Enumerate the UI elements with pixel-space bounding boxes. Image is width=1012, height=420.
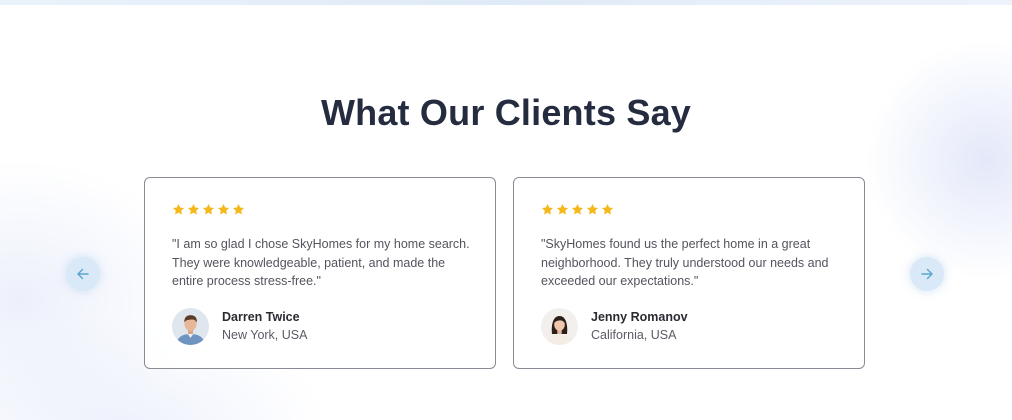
star-icon	[172, 203, 185, 215]
section-title: What Our Clients Say	[320, 92, 692, 133]
testimonial-card: "SkyHomes found us the perfect home in a…	[513, 177, 865, 369]
star-icon	[202, 203, 215, 215]
star-icon	[187, 203, 200, 215]
testimonials-section: What Our Clients Say "I am so glad I cho…	[0, 0, 1012, 420]
arrow-left-icon	[77, 268, 89, 280]
client-name: Jenny Romanov	[591, 309, 688, 324]
star-icon	[586, 203, 599, 215]
star-icon	[232, 203, 245, 215]
star-rating	[172, 203, 245, 216]
star-icon	[541, 203, 554, 215]
star-icon	[556, 203, 569, 215]
client-info: Darren Twice New York, USA	[172, 307, 307, 345]
star-rating	[541, 203, 614, 216]
avatar-woman-icon	[541, 307, 578, 345]
client-location: New York, USA	[222, 327, 308, 342]
star-icon	[571, 203, 584, 215]
star-icon	[217, 203, 230, 215]
top-strip	[0, 0, 1012, 5]
prev-button[interactable]	[66, 257, 100, 291]
client-name: Darren Twice	[222, 309, 300, 324]
arrow-right-icon	[921, 268, 933, 280]
testimonial-card: "I am so glad I chose SkyHomes for my ho…	[144, 177, 496, 369]
testimonial-quote: "SkyHomes found us the perfect home in a…	[541, 237, 829, 288]
star-icon	[601, 203, 614, 215]
avatar-man-icon	[172, 307, 209, 345]
client-location: California, USA	[591, 327, 677, 342]
testimonial-quote: "I am so glad I chose SkyHomes for my ho…	[172, 237, 470, 288]
client-info: Jenny Romanov California, USA	[541, 307, 688, 345]
next-button[interactable]	[910, 257, 944, 291]
